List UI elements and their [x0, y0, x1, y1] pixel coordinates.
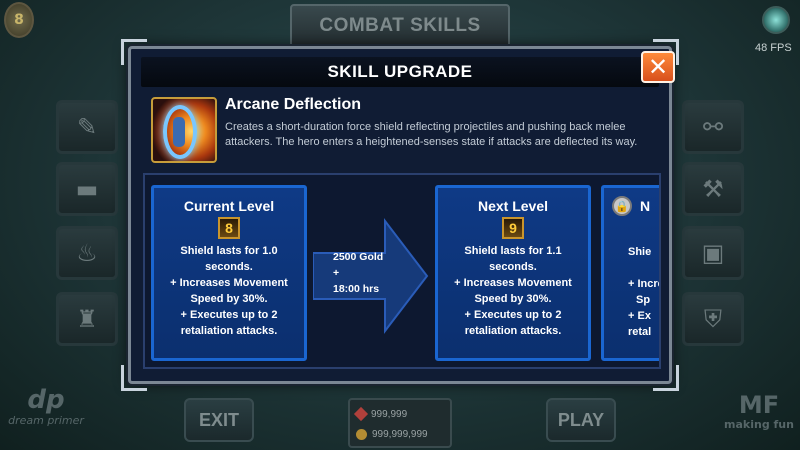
skill-description: Creates a short-duration force shield re… — [225, 121, 638, 148]
gems-row: 999,999 — [353, 404, 444, 424]
dream-primer-text: dream primer — [8, 414, 84, 427]
close-button[interactable]: ✕ — [641, 51, 675, 83]
flame-skill-slot[interactable]: ♨ — [56, 226, 118, 280]
effect-line: + Increases Movement — [170, 277, 288, 289]
exit-label: EXIT — [198, 409, 239, 430]
next-level-effects: Shield lasts for 1.1 seconds. + Increase… — [438, 243, 588, 339]
locked-level-effects: Shie + Incre Sp + Ex retal — [604, 244, 661, 340]
effect-line: Shield lasts for 1.0 — [180, 245, 278, 257]
effect-line: Speed by 30%. — [474, 293, 552, 305]
anvil-icon: ⚒ — [702, 175, 724, 203]
effect-line: + Increases Movement — [454, 277, 572, 289]
skill-upgrade-modal: SKILL UPGRADE ✕ Arcane Deflection Create… — [121, 39, 679, 391]
coin-glyph: 8 — [14, 12, 24, 28]
quill-icon: ✎ — [76, 113, 98, 141]
arcane-deflection-icon — [151, 97, 217, 163]
effect-line: retal — [628, 326, 652, 338]
current-level-card: Current Level 8 Shield lasts for 1.0 sec… — [151, 185, 307, 361]
resource-panel: 999,999 999,999,999 — [348, 398, 452, 448]
upgrade-cost: 2500 Gold + 18:00 hrs — [333, 249, 405, 297]
next-level-badge: 9 — [502, 217, 524, 239]
making-fun-text: making fun — [724, 418, 794, 431]
chest-skill-slot[interactable]: ▣ — [682, 226, 744, 280]
current-level-badge: 8 — [218, 217, 240, 239]
effect-line: + Incre — [628, 278, 661, 290]
cost-time: 18:00 hrs — [333, 283, 380, 295]
mf-logo-mark: MF — [738, 391, 780, 419]
hero-shape — [173, 117, 185, 147]
effect-line: Speed by 30%. — [190, 293, 268, 305]
fps-counter: 48 FPS — [755, 42, 792, 54]
locked-level-card[interactable]: 🔒 N Shie + Incre Sp + Ex retal — [601, 185, 661, 361]
gold-count: 999,999,999 — [372, 428, 428, 440]
chest-icon: ▣ — [701, 239, 725, 267]
book-icon: ▬ — [75, 175, 99, 203]
effect-line: Sp — [636, 294, 651, 306]
lock-icon: 🔒 — [612, 196, 632, 216]
gold-coin-icon[interactable]: 8 — [4, 2, 34, 38]
effect-line: seconds. — [205, 261, 253, 273]
upgrade-arrow: 2500 Gold + 18:00 hrs — [313, 213, 431, 339]
gold-icon — [356, 428, 367, 440]
anvil-skill-slot[interactable]: ⚒ — [682, 162, 744, 216]
exit-button[interactable]: EXIT — [184, 398, 254, 442]
quill-skill-slot[interactable]: ✎ — [56, 100, 118, 154]
effect-line: Shie — [628, 246, 652, 258]
effect-line: + Executes up to 2 — [180, 309, 278, 321]
effect-line: + Ex — [628, 310, 651, 322]
effect-line: seconds. — [489, 261, 537, 273]
book-skill-slot[interactable]: ▬ — [56, 162, 118, 216]
effect-line: retaliation attacks. — [464, 325, 562, 337]
gems-count: 999,999 — [371, 408, 408, 420]
flame-icon: ♨ — [76, 239, 98, 267]
effect-line: retaliation attacks. — [180, 325, 278, 337]
ruins-icon: ♜ — [76, 305, 98, 333]
page-title: COMBAT SKILLS — [319, 15, 481, 36]
dp-logo-mark: dp — [27, 385, 65, 415]
gold-row: 999,999,999 — [356, 424, 444, 444]
modal-header: SKILL UPGRADE — [141, 57, 659, 87]
current-level-effects: Shield lasts for 1.0 seconds. + Increase… — [154, 243, 304, 339]
close-icon: ✕ — [647, 53, 669, 81]
play-button[interactable]: PLAY — [546, 398, 616, 442]
ruins-skill-slot[interactable]: ♜ — [56, 292, 118, 346]
modal-title: SKILL UPGRADE — [327, 62, 473, 81]
helmet-icon: ⛨ — [704, 305, 722, 333]
helmet-skill-slot[interactable]: ⛨ — [682, 292, 744, 346]
effect-line: Shield lasts for 1.1 — [464, 245, 562, 257]
combat-skills-header: COMBAT SKILLS — [290, 4, 510, 48]
next-level-title: Next Level — [477, 198, 549, 214]
dream-primer-logo: dp dream primer — [8, 386, 84, 427]
locked-level-title: N — [640, 198, 651, 214]
current-level-title: Current Level — [183, 198, 275, 214]
orb-icon[interactable] — [762, 6, 790, 34]
skill-name: Arcane Deflection — [225, 96, 362, 113]
chain-skill-slot[interactable]: ⚯ — [682, 100, 744, 154]
play-label: PLAY — [557, 409, 605, 430]
gem-icon — [353, 406, 369, 422]
making-fun-logo: MF making fun — [722, 392, 796, 431]
chain-icon: ⚯ — [702, 113, 724, 141]
cost-gold: 2500 Gold — [333, 251, 384, 263]
level-comparison-area: Current Level 8 Shield lasts for 1.0 sec… — [143, 173, 661, 369]
cost-plus: + — [333, 267, 340, 279]
effect-line: + Executes up to 2 — [464, 309, 562, 321]
next-level-card: Next Level 9 Shield lasts for 1.1 second… — [435, 185, 591, 361]
